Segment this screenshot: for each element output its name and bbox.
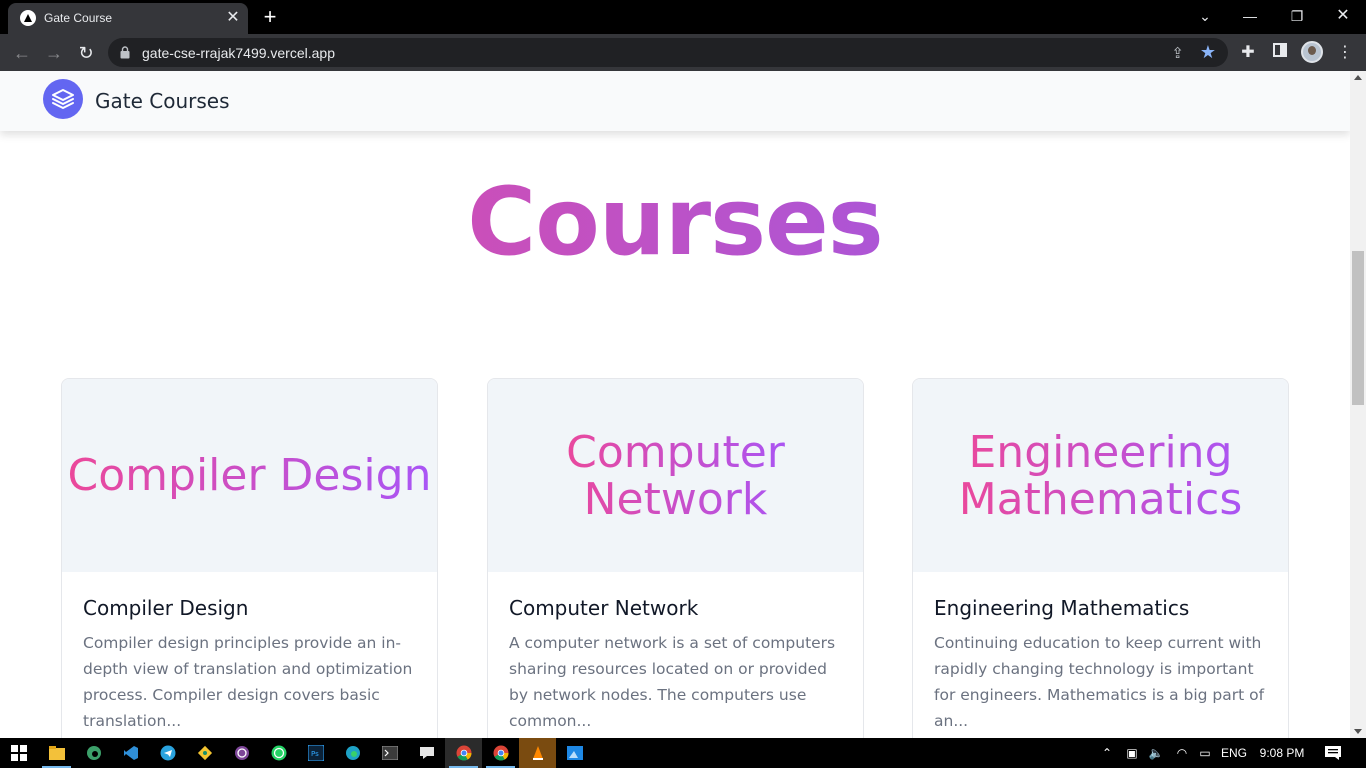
restore-button[interactable]: ❐ [1283, 4, 1311, 28]
side-panel-icon[interactable] [1268, 41, 1292, 65]
back-arrow-icon[interactable]: ← [9, 40, 35, 66]
course-card[interactable]: Compiler Design Compiler Design Compiler… [61, 378, 438, 738]
edge-icon[interactable] [334, 738, 371, 768]
url-text: gate-cse-rrajak7499.vercel.app [142, 45, 335, 61]
windows-taskbar: Ps ⌃ ▣ 🔈 ◠ ▭ ENG 9:08 PM [0, 738, 1366, 768]
page-title: Courses [0, 167, 1350, 280]
vscode-icon[interactable] [112, 738, 149, 768]
address-bar[interactable]: gate-cse-rrajak7499.vercel.app ⇪ ★ [108, 38, 1228, 67]
course-description: Continuing education to keep current wit… [934, 634, 1265, 730]
photos-icon[interactable] [556, 738, 593, 768]
course-title[interactable]: Compiler Design [83, 596, 248, 620]
course-banner-text: Computer Network [556, 429, 796, 523]
bookmark-star-icon[interactable]: ★ [1200, 42, 1216, 63]
language-indicator[interactable]: ENG [1218, 738, 1250, 768]
course-card[interactable]: Engineering Mathematics Engineering Math… [912, 378, 1289, 738]
scroll-thumb[interactable] [1352, 251, 1364, 405]
page-viewport: Gate Courses Courses Compiler Design Com… [0, 71, 1350, 738]
new-tab-button[interactable]: + [258, 6, 282, 28]
edge-dev-icon[interactable] [75, 738, 112, 768]
scroll-up-arrow-icon[interactable] [1354, 75, 1362, 80]
share-icon[interactable]: ⇪ [1171, 44, 1184, 62]
brand-name[interactable]: Gate Courses [95, 89, 230, 113]
course-card[interactable]: Computer Network Computer Network A comp… [487, 378, 864, 738]
scroll-down-arrow-icon[interactable] [1354, 729, 1362, 734]
course-title[interactable]: Computer Network [509, 596, 698, 620]
browser-tab-strip: Gate Course ✕ + ⌄ — ❐ ✕ [0, 0, 1366, 34]
course-title[interactable]: Engineering Mathematics [934, 596, 1189, 620]
battery-icon[interactable]: ▭ [1196, 738, 1214, 768]
course-banner-text: Engineering Mathematics [951, 429, 1251, 523]
close-window-button[interactable]: ✕ [1329, 4, 1357, 28]
minimize-button[interactable]: — [1236, 4, 1264, 28]
course-description: Compiler design principles provide an in… [83, 634, 413, 730]
vercel-favicon-icon [20, 10, 36, 26]
battery-saver-icon[interactable]: ▣ [1122, 738, 1142, 768]
chrome-profile-icon[interactable] [482, 738, 519, 768]
course-banner: Computer Network [488, 379, 863, 572]
tor-icon[interactable] [223, 738, 260, 768]
layers-logo-icon[interactable] [43, 79, 83, 119]
tab-title: Gate Course [44, 11, 113, 25]
show-hidden-icons-chevron-icon[interactable]: ⌃ [1098, 738, 1116, 768]
page-scrollbar[interactable] [1350, 71, 1366, 738]
photoshop-icon[interactable]: Ps [297, 738, 334, 768]
file-explorer-icon[interactable] [38, 738, 75, 768]
whatsapp-icon[interactable] [260, 738, 297, 768]
reload-icon[interactable]: ↻ [73, 40, 99, 66]
notification-center-icon[interactable] [1322, 738, 1344, 768]
tab-search-icon[interactable]: ⌄ [1191, 4, 1219, 28]
course-banner: Compiler Design [62, 379, 437, 572]
chat-icon[interactable] [408, 738, 445, 768]
browser-tab[interactable]: Gate Course ✕ [8, 3, 248, 34]
forward-arrow-icon[interactable]: → [41, 40, 67, 66]
course-banner: Engineering Mathematics [913, 379, 1288, 572]
svg-text:Ps: Ps [311, 750, 319, 758]
course-banner-text: Compiler Design [64, 452, 436, 499]
git-kraken-icon[interactable] [186, 738, 223, 768]
tab-close-icon[interactable]: ✕ [224, 9, 242, 27]
chrome-icon[interactable] [445, 738, 482, 768]
profile-avatar[interactable] [1301, 41, 1323, 63]
browser-toolbar: ← → ↻ gate-cse-rrajak7499.vercel.app ⇪ ★… [0, 34, 1366, 71]
lock-icon [120, 46, 130, 64]
clock[interactable]: 9:08 PM [1256, 738, 1308, 768]
site-header: Gate Courses [0, 71, 1350, 131]
course-description: A computer network is a set of computers… [509, 634, 836, 730]
wifi-icon[interactable]: ◠ [1172, 738, 1192, 768]
menu-kebab-icon[interactable]: ⋮ [1333, 41, 1357, 65]
start-icon[interactable] [0, 738, 37, 768]
extensions-puzzle-icon[interactable]: ✚ [1236, 41, 1260, 65]
telegram-icon[interactable] [149, 738, 186, 768]
volume-icon[interactable]: 🔈 [1146, 738, 1166, 768]
vlc-icon[interactable] [519, 738, 556, 768]
terminal-icon[interactable] [371, 738, 408, 768]
